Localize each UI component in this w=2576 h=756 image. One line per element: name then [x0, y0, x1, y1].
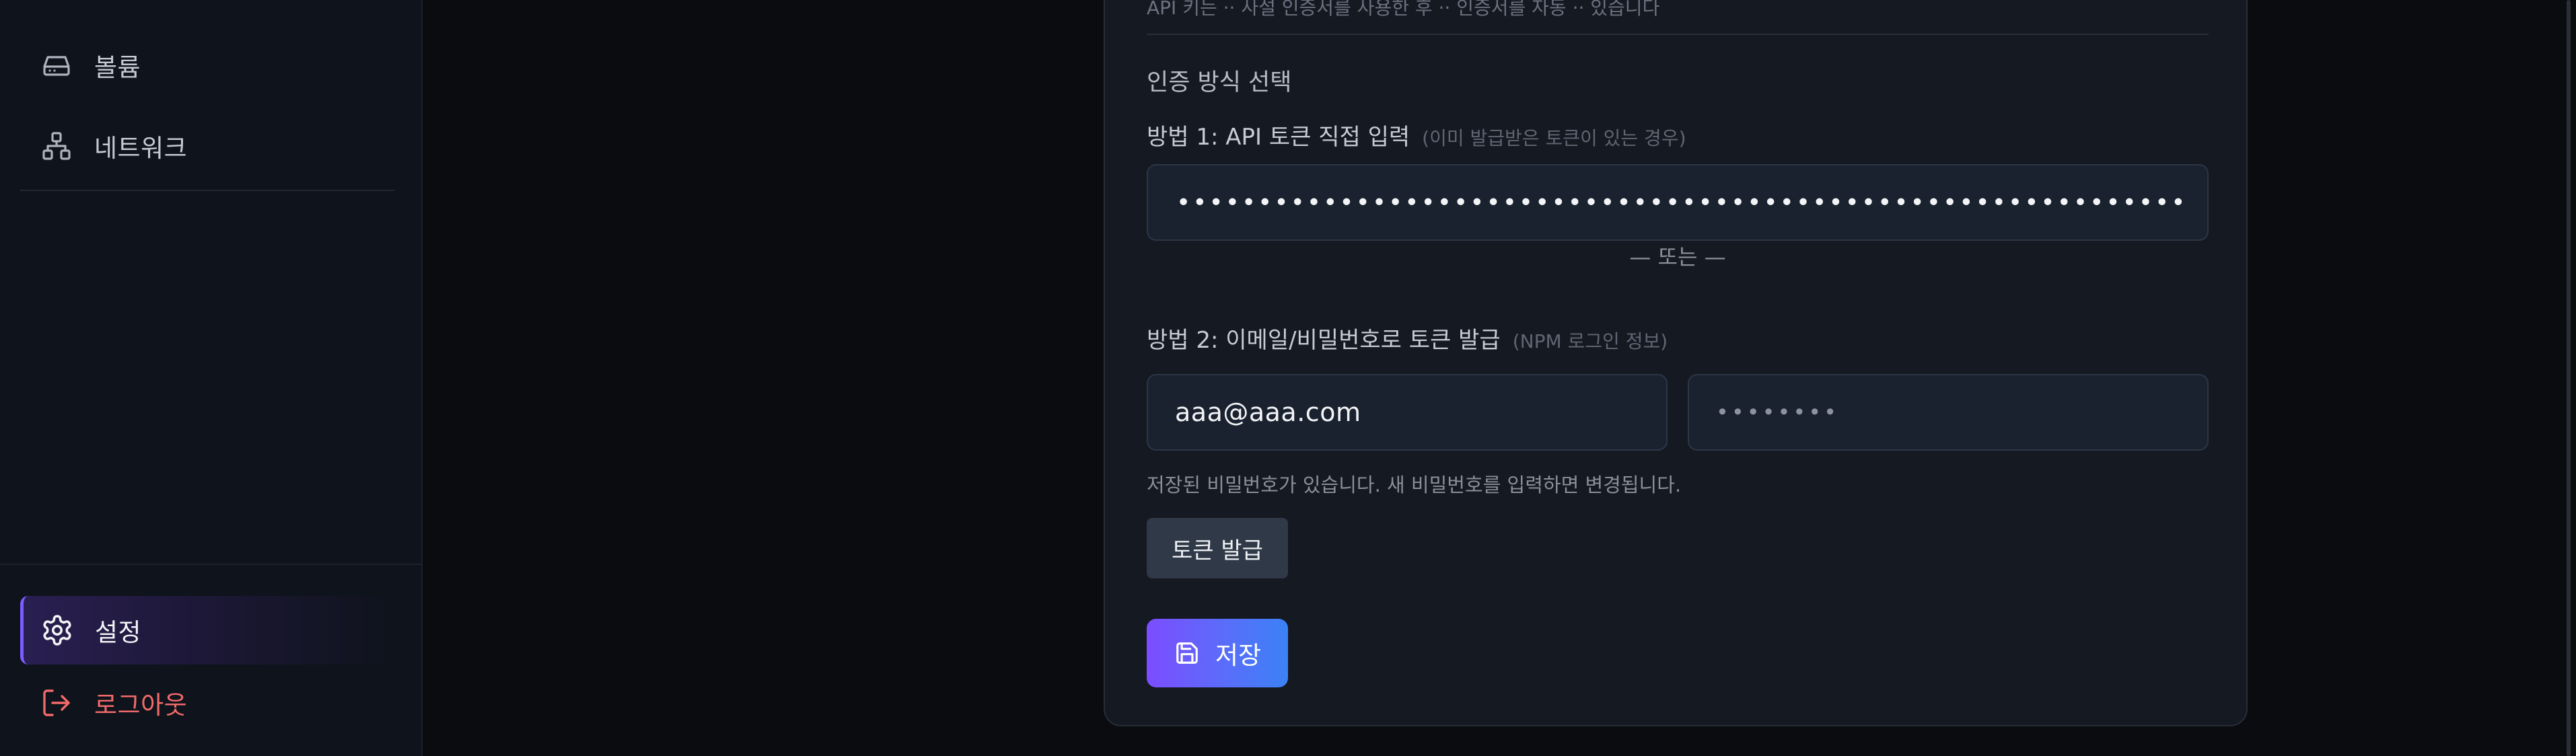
password-help-text: 저장된 비밀번호가 있습니다. 새 비밀번호를 입력하면 변경됩니다.: [1147, 474, 1682, 496]
settings-card: API 키는 ·· 사설 인증서를 사용한 후 ·· 인증서를 자동 ·· 있습…: [1104, 0, 2248, 726]
sidebar-item-volumes[interactable]: 볼륨: [20, 32, 397, 98]
scrollbar-thumb[interactable]: [2567, 0, 2571, 756]
sidebar-item-label: 볼륨: [94, 53, 141, 82]
save-button[interactable]: 저장: [1147, 619, 1288, 687]
sidebar-item-label: 로그아웃: [94, 691, 188, 720]
sidebar-item-settings[interactable]: 설정: [20, 596, 397, 665]
card-divider: [1147, 34, 2209, 35]
password-value: ••••••••: [1716, 400, 1839, 425]
method2-hint: (NPM 로그인 정보): [1512, 330, 1668, 352]
email-field[interactable]: aaa@aaa.com: [1147, 374, 1668, 451]
logout-icon: [39, 685, 74, 720]
method1-hint: (이미 발급받은 토큰이 있는 경우): [1422, 127, 1686, 149]
sidebar-item-label: 설정: [95, 618, 142, 647]
sidebar: 볼륨 네트워크 설정 로그아웃: [0, 0, 423, 756]
sidebar-bottom-divider: [0, 564, 421, 565]
network-icon: [39, 128, 74, 163]
sidebar-item-network[interactable]: 네트워크: [20, 113, 397, 179]
issue-token-button[interactable]: 토큰 발급: [1147, 518, 1288, 578]
hard-drive-icon: [39, 48, 74, 83]
save-button-label: 저장: [1215, 641, 1262, 670]
or-separator: — 또는 —: [1629, 244, 1726, 270]
method2-label: 방법 2: 이메일/비밀번호로 토큰 발급 (NPM 로그인 정보): [1147, 322, 1668, 354]
card-partial-text: API 키는 ·· 사설 인증서를 사용한 후 ·· 인증서를 자동 ·· 있습…: [1147, 0, 1660, 19]
sidebar-item-label: 네트워크: [94, 134, 188, 163]
auth-section-title: 인증 방식 선택: [1147, 69, 1292, 96]
method1-label-text: 방법 1: API 토큰 직접 입력: [1147, 124, 1410, 151]
logout-button[interactable]: 로그아웃: [20, 670, 397, 736]
password-field[interactable]: ••••••••: [1688, 374, 2209, 451]
sidebar-divider: [20, 190, 394, 191]
api-token-value: ••••••••••••••••••••••••••••••••••••••••…: [1176, 188, 2186, 217]
save-icon: [1174, 640, 1201, 667]
method1-label: 방법 1: API 토큰 직접 입력 (이미 발급받은 토큰이 있는 경우): [1147, 118, 1686, 151]
gear-icon: [40, 613, 75, 648]
method2-label-text: 방법 2: 이메일/비밀번호로 토큰 발급: [1147, 327, 1501, 354]
email-value: aaa@aaa.com: [1175, 398, 1361, 427]
api-token-input[interactable]: ••••••••••••••••••••••••••••••••••••••••…: [1147, 164, 2209, 241]
